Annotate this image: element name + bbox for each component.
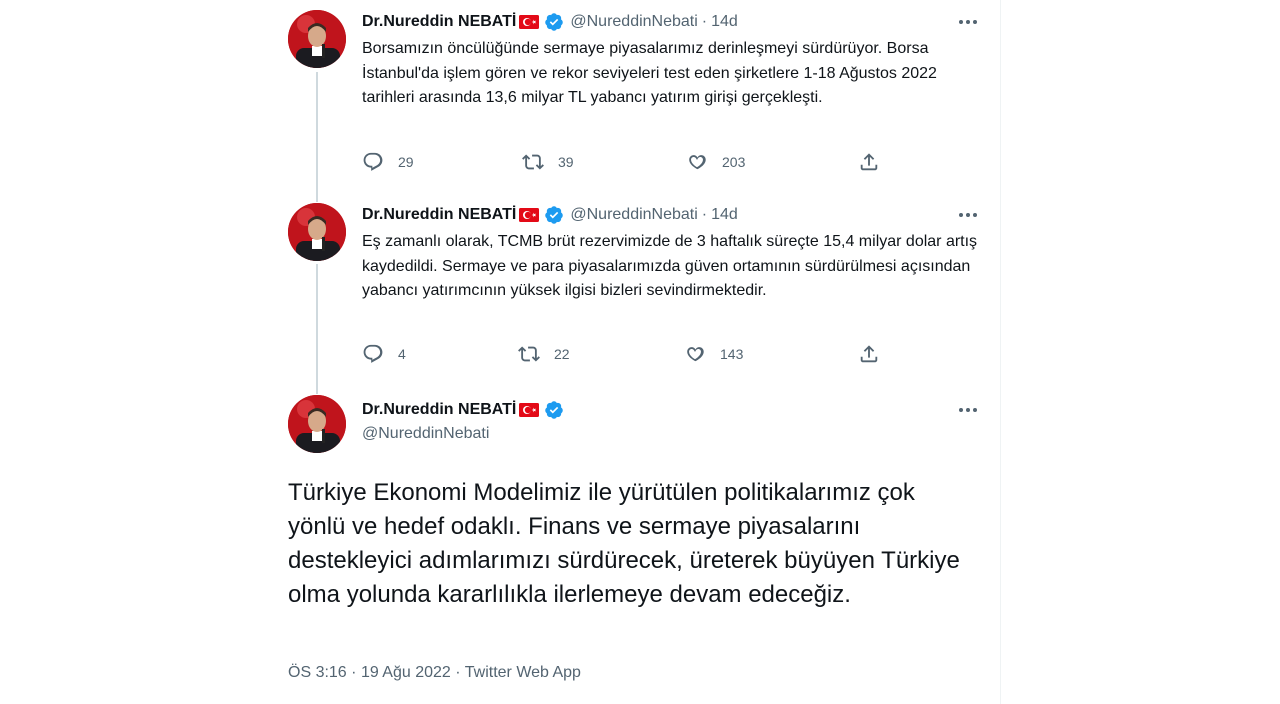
more-icon[interactable] [957,400,979,420]
more-icon[interactable] [957,205,979,225]
turkey-flag-icon [519,15,540,29]
tweet-header: Dr.Nureddin NEBATİ @NureddinNebati · 14d [362,205,738,225]
reply-icon [363,152,383,171]
like-count: 203 [722,154,746,170]
share-button[interactable] [858,151,880,173]
separator: · [701,206,708,223]
retweet-button[interactable]: 22 [518,343,570,365]
author-name[interactable]: Dr.Nureddin NEBATİ [362,12,516,32]
share-button[interactable] [858,343,880,365]
thread-line [316,264,318,394]
author-name[interactable]: Dr.Nureddin NEBATİ [362,205,516,225]
retweet-icon [518,346,540,362]
avatar[interactable] [288,10,346,68]
reply-count: 29 [398,154,414,170]
like-icon [689,155,706,170]
like-button[interactable]: 143 [684,343,743,365]
tweet-actions: 29 39 203 [362,151,902,173]
author-handle[interactable]: @NureddinNebati [362,425,489,443]
separator: · [455,664,461,681]
retweet-count: 22 [554,346,570,362]
reply-button[interactable]: 4 [362,343,406,365]
author-handle[interactable]: @NureddinNebati [570,12,697,32]
retweet-icon [522,154,544,170]
like-button[interactable]: 203 [686,151,745,173]
retweet-count: 39 [558,154,574,170]
more-icon[interactable] [957,12,979,32]
tweet-header: Dr.Nureddin NEBATİ @NureddinNebati · 14d [362,12,738,32]
tweet-date[interactable]: 19 Ağu 2022 [361,664,451,681]
verified-icon [545,401,564,419]
like-icon [687,347,704,362]
retweet-button[interactable]: 39 [522,151,574,173]
reply-icon [363,344,383,363]
tweet-time[interactable]: 14d [711,12,738,32]
author-name[interactable]: Dr.Nureddin NEBATİ [362,400,516,420]
tweet-meta: ÖS 3:16 · 19 Ağu 2022 · Twitter Web App [288,664,581,682]
thread-line [316,72,318,202]
author-handle[interactable]: @NureddinNebati [570,205,697,225]
separator: · [701,13,708,30]
like-count: 143 [720,346,744,362]
separator: · [351,664,357,681]
tweet-text: Eş zamanlı olarak, TCMB brüt rezervimizd… [362,233,978,299]
avatar[interactable] [288,395,346,453]
verified-icon [545,13,564,31]
tweet-text: Borsamızın öncülüğünde sermaye piyasalar… [362,40,937,106]
main-tweet-text: Türkiye Ekonomi Modelimiz ile yürütülen … [288,479,960,608]
avatar[interactable] [288,203,346,261]
tweet-source[interactable]: Twitter Web App [465,664,581,681]
share-icon [860,153,878,171]
share-icon [860,345,878,363]
tweet-time[interactable]: 14d [711,205,738,225]
turkey-flag-icon [519,208,540,222]
tweet-actions: 4 22 143 [362,343,902,365]
reply-button[interactable]: 29 [362,151,414,173]
tweet-header: Dr.Nureddin NEBATİ [362,400,564,420]
turkey-flag-icon [519,403,540,417]
verified-icon [545,206,564,224]
reply-count: 4 [398,346,406,362]
tweet-timestamp[interactable]: ÖS 3:16 [288,664,347,681]
